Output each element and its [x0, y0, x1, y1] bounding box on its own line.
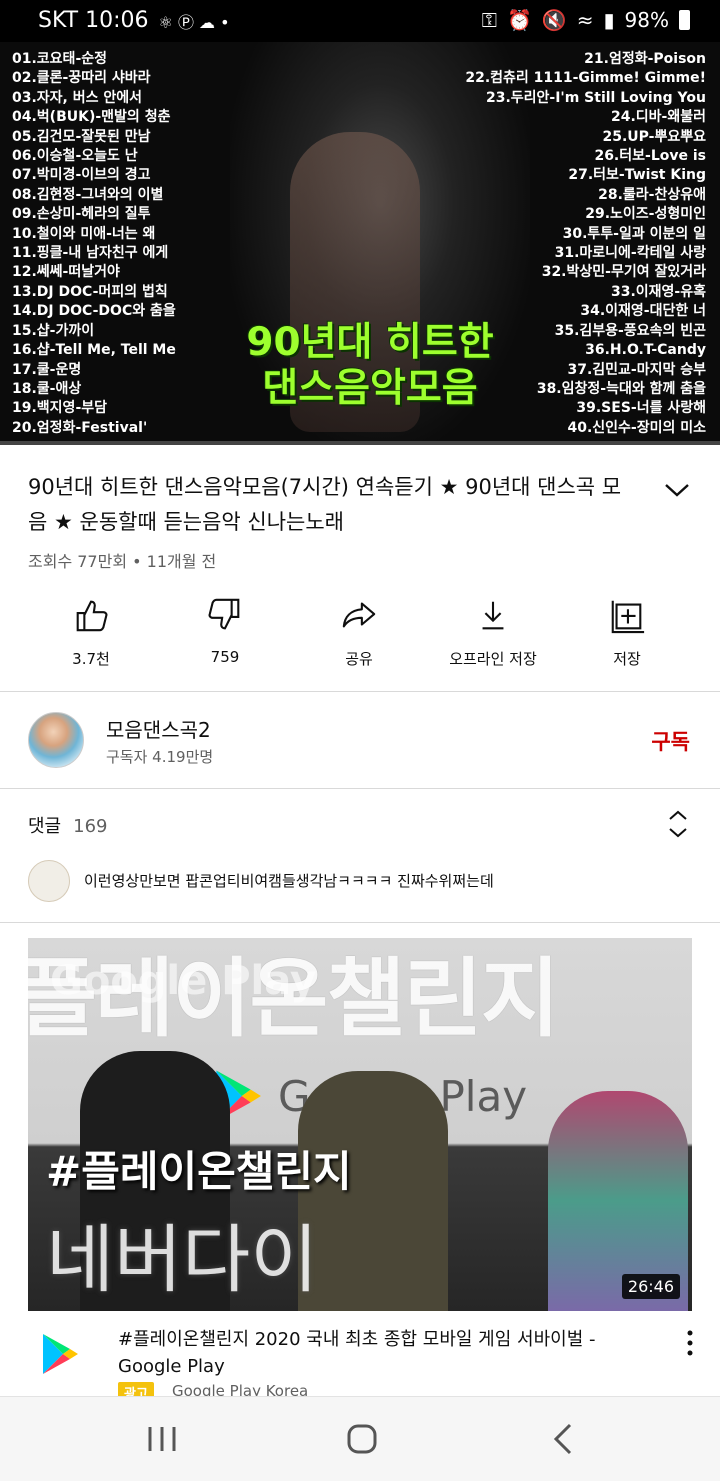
track-right-4: 24.디바-왜불러 — [610, 109, 706, 126]
recent-apps-icon[interactable] — [142, 1419, 182, 1459]
track-right-2: 22.컴츄리 1111-Gimme! Gimme! — [465, 70, 706, 87]
like-button[interactable]: 3.7천 — [26, 596, 156, 669]
comment-preview[interactable]: 이런영상만보면 팝콘업티비여캠들생각남ㅋㅋㅋㅋ 진짜수위쩌는데 — [28, 858, 708, 902]
offline-save-button[interactable]: 오프라인 저장 — [428, 596, 558, 669]
track-left-6: 06.이승철-오늘도 난 — [12, 148, 138, 165]
ad-title[interactable]: #플레이온챌린지 2020 국내 최초 종합 모바일 게임 서바이벌 - Goo… — [118, 1326, 658, 1380]
track-left-10: 10.철이와 미애-너는 왜 — [12, 225, 156, 242]
track-left-15: 15.샵-가까이 — [12, 322, 95, 339]
action-bar: 3.7천 759 공유 오프라인 저장 저장 — [0, 596, 720, 676]
comments-count: 169 — [73, 816, 108, 837]
track-right-6: 26.터보-Love is — [594, 148, 706, 165]
more-options-icon[interactable] — [686, 1330, 694, 1356]
key-icon: ⚿ — [481, 8, 497, 32]
video-meta: 조회수 77만회 • 11개월 전 — [28, 552, 217, 571]
ad-hashtag: #플레이온챌린지 — [46, 1147, 352, 1196]
track-left-14: 14.DJ DOC-DOC와 춤을 — [12, 303, 176, 320]
back-icon[interactable] — [544, 1419, 584, 1459]
video-title[interactable]: 90년대 히트한 댄스음악모음(7시간) 연속듣기 ★ 90년대 댄스곡 모음 … — [28, 470, 628, 540]
track-left-11: 11.핑클-내 남자친구 에게 — [12, 245, 169, 262]
notification-icons: ⚛ Ⓟ ☁ • — [158, 12, 230, 32]
track-left-8: 08.김현정-그녀와의 이별 — [12, 186, 164, 203]
progress-bar[interactable] — [0, 441, 720, 445]
ad-watermark-text: Google Play — [50, 958, 317, 1004]
track-right-11: 31.마로니에-칵테일 사랑 — [554, 245, 706, 262]
track-left-20: 20.엄정화-Festival' — [12, 419, 148, 436]
battery-level: 98% — [624, 8, 669, 32]
like-count: 3.7천 — [72, 650, 110, 668]
comments-header[interactable]: 댓글 169 — [28, 812, 107, 838]
channel-name[interactable]: 모음댄스곡2 — [106, 714, 211, 743]
track-right-20: 40.신인수-장미의 미소 — [567, 419, 706, 436]
subscribe-button[interactable]: 구독 — [651, 726, 690, 756]
track-left-4: 04.벅(BUK)-맨발의 청춘 — [12, 109, 171, 126]
channel-subscribers: 구독자 4.19만명 — [106, 748, 214, 766]
track-left-5: 05.김건모-잘못된 만남 — [12, 128, 151, 145]
track-right-13: 33.이재영-유혹 — [610, 283, 706, 300]
track-left-19: 19.백지영-부담 — [12, 400, 108, 417]
expand-collapse-icon[interactable] — [666, 808, 690, 840]
chevron-down-icon[interactable] — [662, 478, 692, 502]
status-carrier-time: SKT 10:06 — [38, 8, 149, 33]
mute-icon: 🔇 — [541, 8, 567, 32]
ad-thumbnail[interactable]: 플레이온챌린지 Google Play Google Play #플레이온챌린지… — [28, 938, 692, 1311]
track-right-3: 23.두리안-I'm Still Loving You — [485, 89, 706, 106]
google-play-icon — [43, 1334, 78, 1374]
dislike-button[interactable]: 759 — [160, 596, 290, 666]
thumbnail-title-line1: 90년대 히트한 — [246, 320, 494, 365]
divider — [0, 691, 720, 692]
track-left-17: 17.쿨-운명 — [12, 361, 82, 378]
save-label: 저장 — [613, 650, 641, 668]
track-left-3: 03.자자, 버스 안에서 — [12, 89, 143, 106]
system-nav-bar — [0, 1396, 720, 1481]
battery-icon — [679, 10, 690, 30]
track-right-12: 32.박상민-무기여 잘있거라 — [541, 264, 706, 281]
video-duration: 26:46 — [621, 1274, 680, 1299]
signal-icon: ▮ — [603, 8, 615, 32]
tracklist-left: 01.코요태-순정 02.클론-꿍따리 샤바라 03.자자, 버스 안에서 04.벅(… — [12, 50, 176, 438]
divider — [0, 788, 720, 789]
share-icon — [342, 602, 376, 628]
track-left-12: 12.쎄쎄-떠날거야 — [12, 264, 120, 281]
track-right-7: 27.터보-Twist King — [568, 167, 706, 184]
offline-save-label: 오프라인 저장 — [449, 650, 537, 668]
thumbnail-title-line2: 댄스음악모음 — [262, 366, 478, 411]
track-left-2: 02.클론-꿍따리 샤바라 — [12, 70, 151, 87]
home-icon[interactable] — [342, 1419, 382, 1459]
thumbnail-title: 90년대 히트한 댄스음악모음 — [230, 320, 510, 412]
track-left-1: 01.코요태-순정 — [12, 51, 108, 67]
status-bar: SKT 10:06 ⚛ Ⓟ ☁ • ⚿ ⏰ 🔇 ≈ ▮ 98% — [0, 0, 720, 42]
share-label: 공유 — [345, 650, 373, 668]
thumbs-up-icon — [76, 600, 108, 632]
track-left-18: 18.쿨-애상 — [12, 380, 82, 397]
track-right-14: 34.이재영-대단한 너 — [580, 303, 706, 320]
share-button[interactable]: 공유 — [294, 596, 424, 669]
comments-label: 댓글 — [28, 816, 62, 837]
download-icon — [482, 601, 504, 630]
track-right-10: 30.투투-일과 이분의 일 — [562, 225, 706, 242]
track-left-9: 09.손상미-헤라의 질투 — [12, 206, 151, 223]
alarm-icon: ⏰ — [506, 8, 532, 32]
track-left-16: 16.샵-Tell Me, Tell Me — [12, 342, 176, 359]
save-button[interactable]: 저장 — [562, 596, 692, 669]
channel-row[interactable]: 모음댄스곡2 구독자 4.19만명 구독 — [0, 696, 720, 786]
add-to-playlist-icon — [611, 600, 645, 634]
channel-avatar[interactable] — [28, 712, 84, 768]
ad-subtitle: 네버다이 — [46, 1217, 319, 1303]
track-right-5: 25.UP-뿌요뿌요 — [602, 128, 706, 145]
track-right-1: 21.엄정화-Poison — [584, 51, 706, 67]
ad-info-row[interactable]: #플레이온챌린지 2020 국내 최초 종합 모바일 게임 서바이벌 - Goo… — [0, 1318, 720, 1403]
track-right-9: 29.노이즈-성형미인 — [585, 206, 706, 223]
dislike-count: 759 — [210, 648, 240, 666]
comment-text: 이런영상만보면 팝콘업티비여캠들생각남ㅋㅋㅋㅋ 진짜수위쩌는데 — [84, 872, 494, 890]
track-right-8: 28.룰라-찬상유애 — [598, 186, 706, 203]
thumbs-down-icon — [208, 598, 240, 630]
track-left-13: 13.DJ DOC-머피의 법칙 — [12, 283, 168, 300]
wifi-icon: ≈ — [576, 8, 594, 32]
track-left-7: 07.박미경-이브의 경고 — [12, 167, 151, 184]
divider — [0, 922, 720, 923]
video-player[interactable]: 01.코요태-순정 02.클론-꿍따리 샤바라 03.자자, 버스 안에서 04.벅(… — [0, 42, 720, 445]
commenter-avatar — [28, 860, 70, 902]
